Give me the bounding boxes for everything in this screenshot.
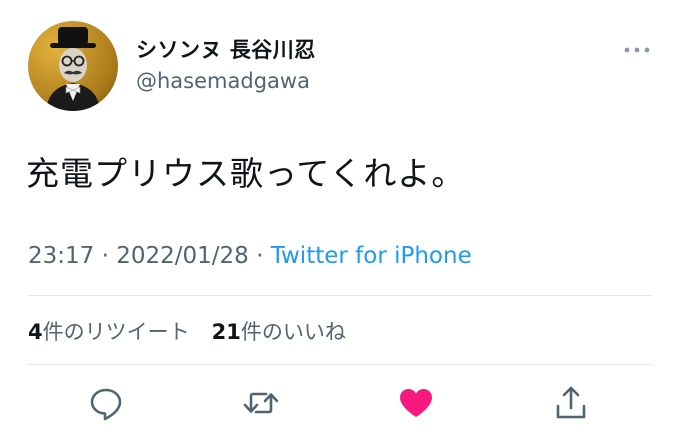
meta-separator: · (101, 243, 109, 269)
more-options-icon[interactable] (622, 44, 652, 56)
reply-icon[interactable] (87, 384, 125, 422)
likes-label: 件のいいね (240, 320, 346, 344)
retweets-count: 4 (28, 320, 43, 344)
engagement-stats: 4件のリツイート 21件のいいね (28, 316, 346, 346)
likes-stat[interactable]: 21件のいいね (212, 320, 346, 344)
likes-count: 21 (211, 320, 241, 344)
retweets-label: 件のリツイート (42, 320, 190, 344)
retweet-icon[interactable] (242, 384, 280, 422)
heart-icon[interactable] (397, 384, 435, 422)
tweet-date[interactable]: 2022/01/28 (116, 243, 249, 269)
divider (28, 295, 652, 296)
retweets-stat[interactable]: 4件のリツイート (28, 320, 190, 344)
avatar-image (46, 27, 100, 111)
share-icon[interactable] (552, 384, 590, 422)
meta-separator: · (256, 243, 264, 269)
tweet-meta: 23:17 · 2022/01/28 · Twitter for iPhone (28, 243, 472, 269)
user-handle[interactable]: @hasemadgawa (136, 69, 310, 93)
tweet-source-link[interactable]: Twitter for iPhone (271, 243, 472, 269)
tweet-time[interactable]: 23:17 (28, 243, 94, 269)
divider (28, 364, 652, 365)
display-name[interactable]: シソンヌ 長谷川忍 (136, 34, 316, 64)
avatar[interactable] (28, 21, 118, 111)
tweet-text: 充電プリウス歌ってくれよ。 (26, 154, 466, 193)
